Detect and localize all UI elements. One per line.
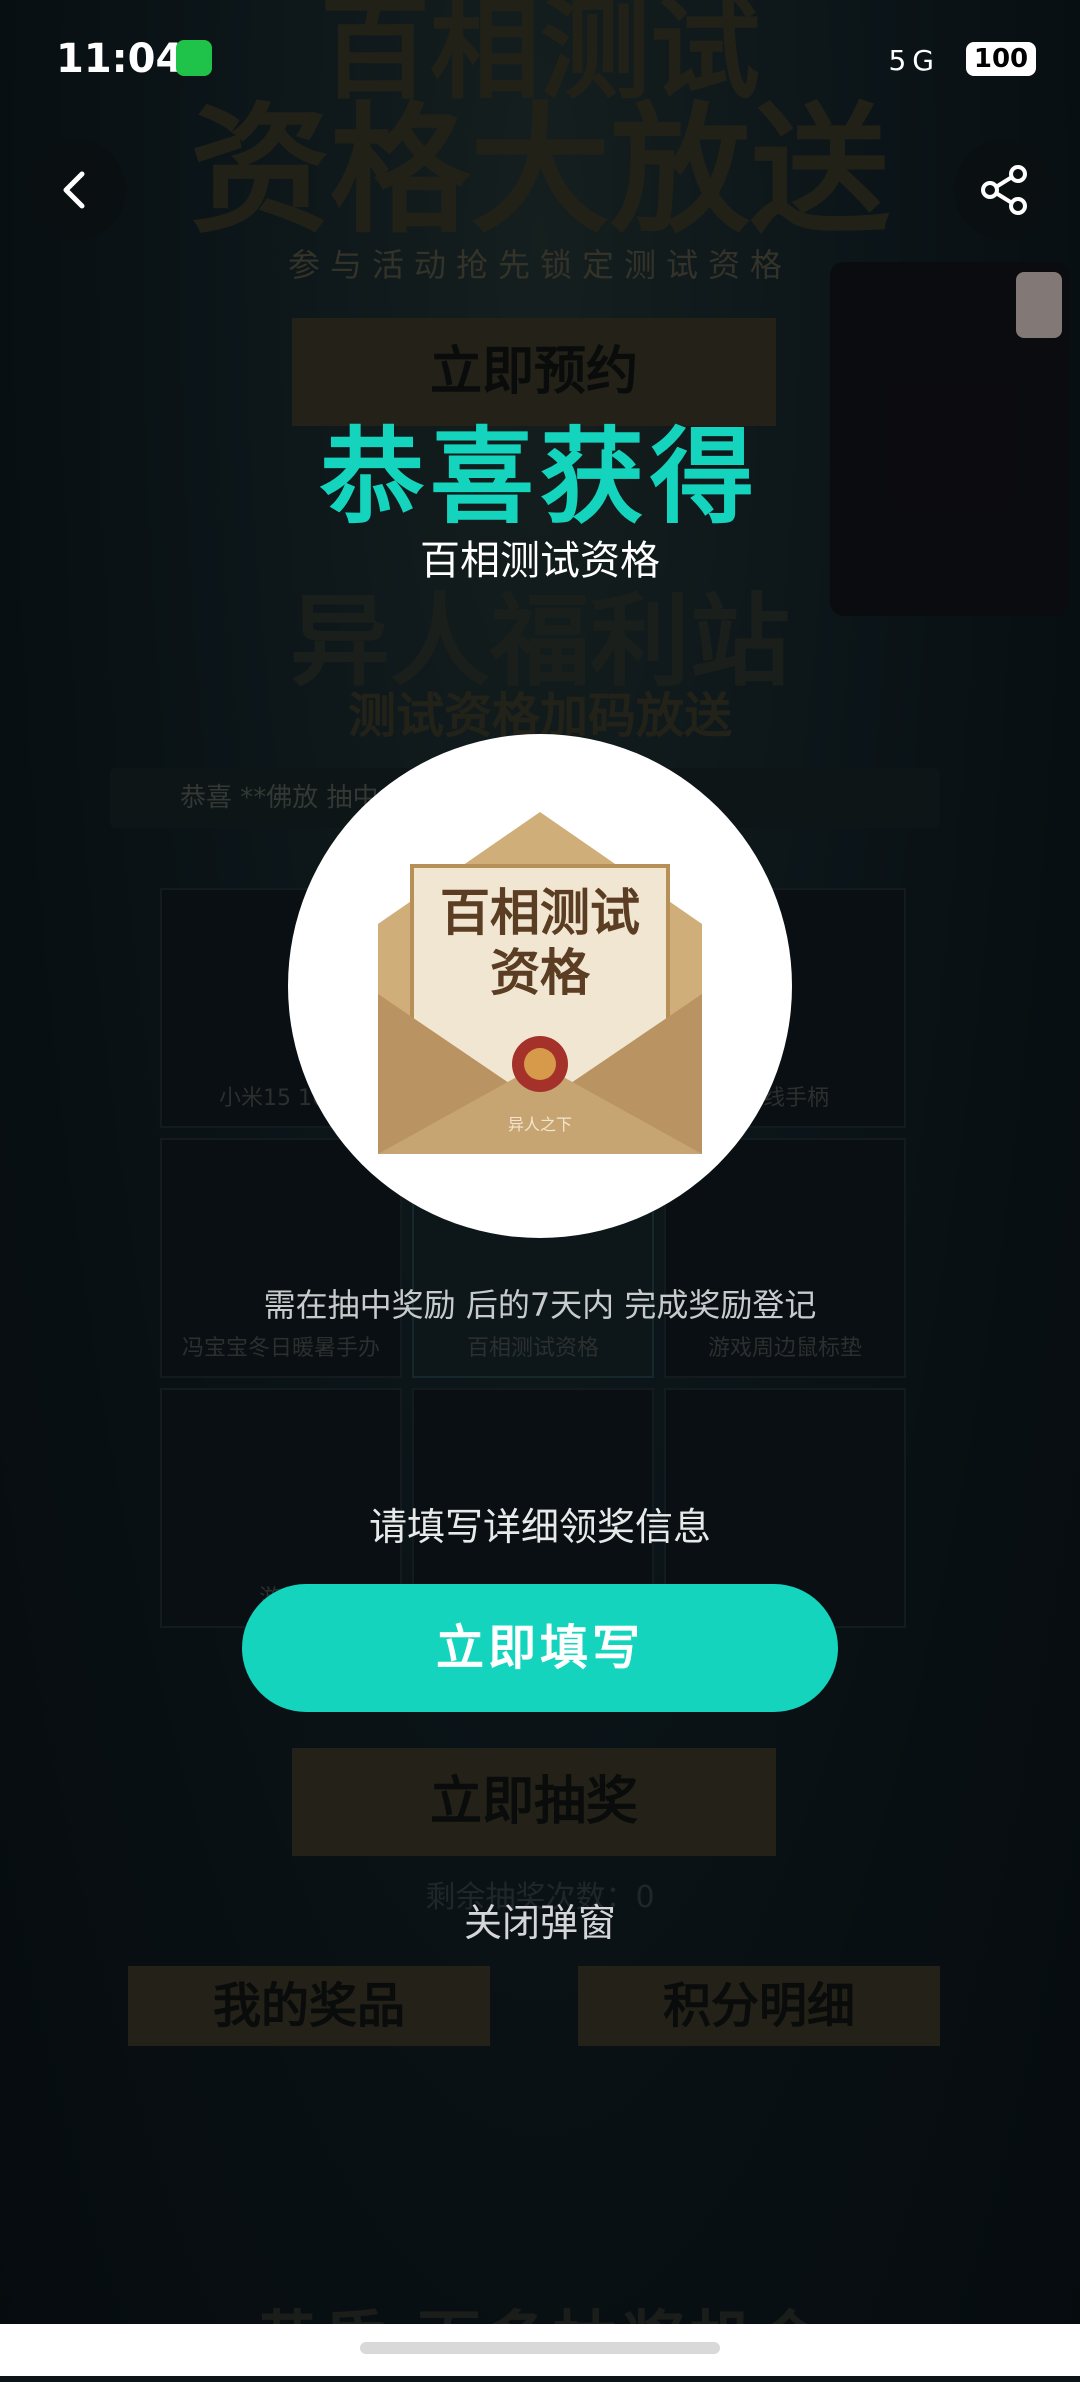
- chevron-left-icon: [63, 171, 85, 209]
- prize-card-title-line1: 百相测试: [440, 883, 640, 942]
- modal-prize-name: 百相测试资格: [420, 538, 660, 584]
- fill-now-button[interactable]: 立即填写: [242, 1584, 838, 1712]
- share-icon: [981, 165, 1027, 215]
- prize-card-footer: 异人之下: [508, 1115, 572, 1134]
- fill-info-hint: 请填写详细领奖信息: [368, 1505, 711, 1549]
- signal-icon: 5G: [888, 44, 940, 77]
- modal-title: 恭喜获得: [319, 416, 760, 538]
- battery-icon: 100: [966, 42, 1036, 76]
- home-indicator[interactable]: [360, 2342, 720, 2354]
- share-button[interactable]: [954, 140, 1054, 240]
- prize-card-title-line2: 资格: [490, 943, 591, 1002]
- wechat-icon: [176, 40, 212, 76]
- prize-image: 百相测试 资格 异人之下: [288, 734, 792, 1238]
- status-bar: 11:04 5G 100: [0, 0, 1080, 120]
- registration-notice: 需在抽中奖励 后的7天内 完成奖励登记: [263, 1286, 817, 1324]
- envelope-icon: 百相测试 资格 异人之下: [378, 812, 702, 1154]
- close-popup-link[interactable]: 关闭弹窗: [0, 1892, 1080, 1947]
- back-button[interactable]: [26, 140, 126, 240]
- status-time: 11:04: [56, 36, 184, 82]
